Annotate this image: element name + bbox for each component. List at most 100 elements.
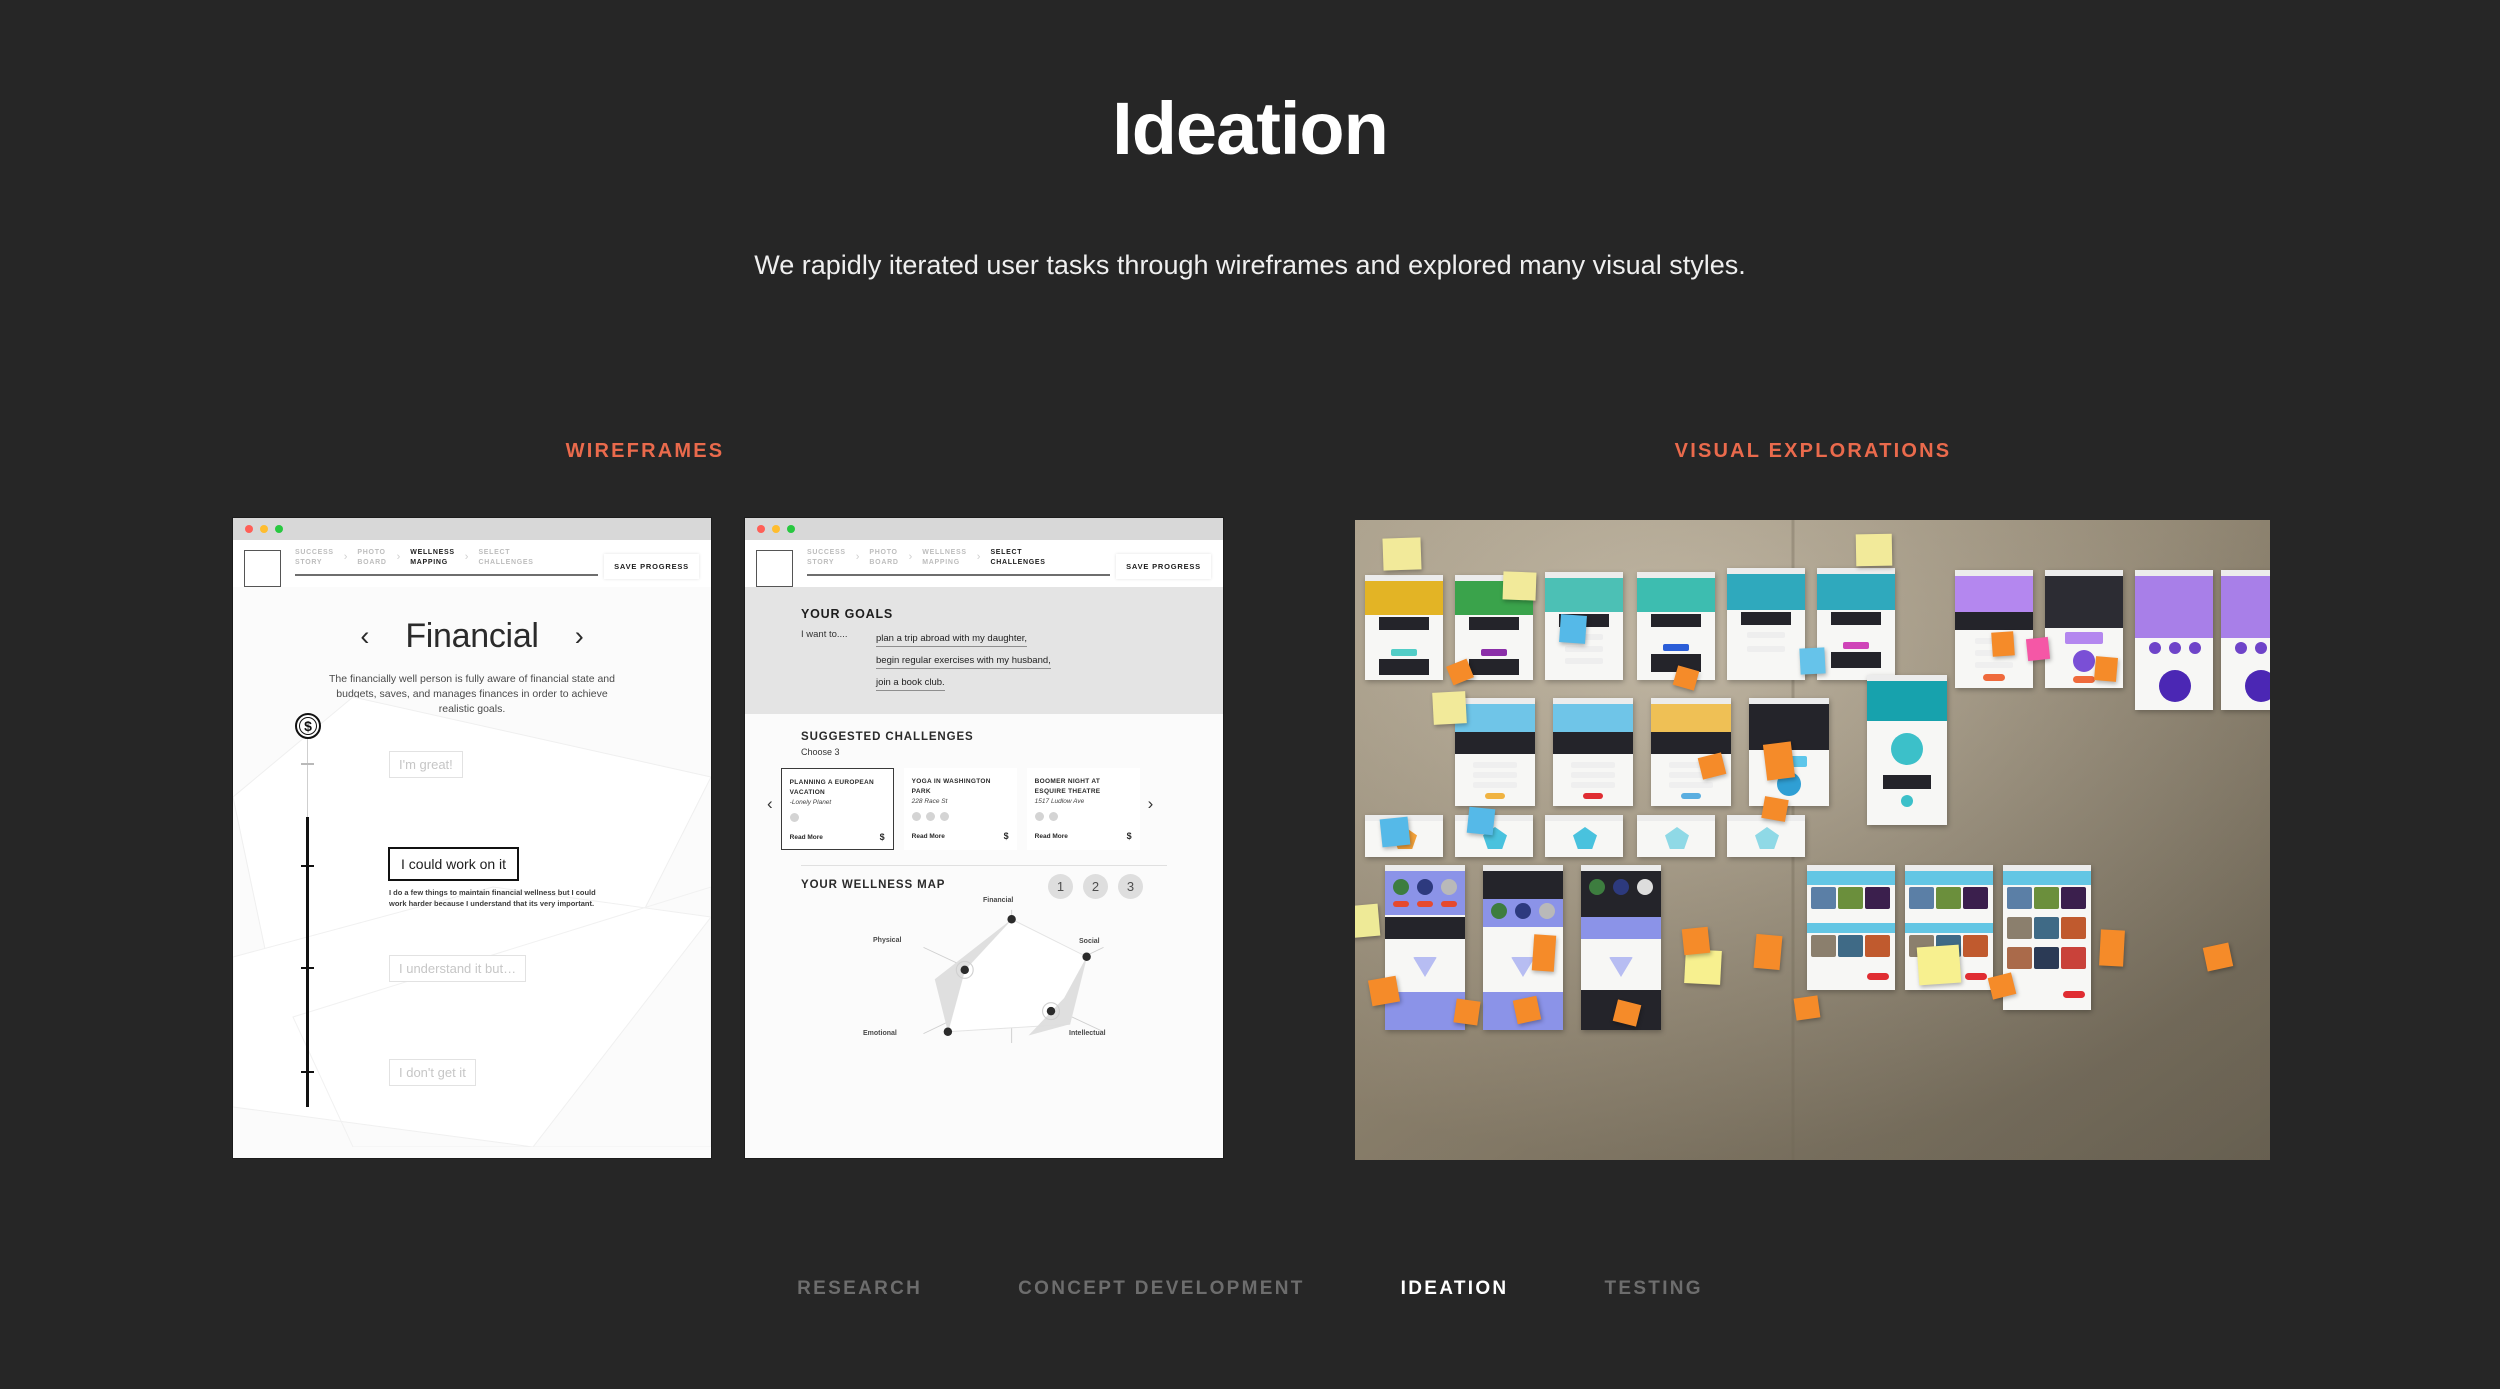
tab-testing[interactable]: TESTING bbox=[1556, 1278, 1750, 1300]
sticky-note-blue bbox=[1379, 816, 1411, 848]
goal-item[interactable]: plan a trip abroad with my daughter, bbox=[876, 631, 1028, 647]
step-select-challenges[interactable]: SELECT CHALLENGES bbox=[478, 548, 533, 567]
tab-ideation[interactable]: IDEATION bbox=[1353, 1278, 1557, 1300]
radar-label-emotional: Emotional bbox=[863, 1030, 897, 1037]
step-photo-board[interactable]: PHOTO BOARD bbox=[869, 548, 898, 567]
step-photo-board[interactable]: PHOTO BOARD bbox=[357, 548, 386, 567]
sticky-note-orange bbox=[1512, 995, 1542, 1025]
tab-concept-development[interactable]: CONCEPT DEVELOPMENT bbox=[970, 1278, 1353, 1300]
window-maximize-dot[interactable] bbox=[787, 525, 795, 533]
price-indicator: $ bbox=[1126, 831, 1132, 841]
option-i-dont-get-it[interactable]: I don't get it bbox=[389, 1059, 476, 1086]
wall-sheet bbox=[1637, 815, 1715, 857]
wireframe-panel-1: SUCCESS STORY › PHOTO BOARD › WELLNESS M… bbox=[233, 518, 711, 1158]
stepper-2: SUCCESS STORY › PHOTO BOARD › WELLNESS M… bbox=[807, 548, 1111, 582]
ideation-page: Ideation We rapidly iterated user tasks … bbox=[0, 0, 2500, 1389]
browser-titlebar bbox=[745, 518, 1223, 540]
option-i-understand-it-but[interactable]: I understand it but… bbox=[389, 955, 527, 982]
carousel-prev-arrow[interactable]: ‹ bbox=[767, 794, 773, 814]
sticky-note-orange bbox=[1453, 998, 1481, 1026]
category-description: The financially well person is fully awa… bbox=[329, 673, 615, 715]
challenge-pips bbox=[789, 813, 885, 822]
step-success-story[interactable]: SUCCESS STORY bbox=[295, 548, 334, 567]
sticky-note-yellow bbox=[1432, 691, 1467, 725]
sticky-note-orange bbox=[1762, 741, 1796, 781]
challenge-card[interactable]: PLANNING A EUROPEAN VACATION -Lonely Pla… bbox=[780, 768, 894, 850]
chevron-right-icon: › bbox=[855, 551, 860, 563]
challenge-title: BOOMER NIGHT AT ESQUIRE THEATRE bbox=[1034, 778, 1101, 795]
challenge-card[interactable]: YOGA IN WASHINGTON PARK 228 Race St Read… bbox=[903, 768, 1017, 850]
wall-sheet bbox=[1545, 815, 1623, 857]
sticky-note-orange bbox=[1761, 796, 1789, 822]
sticky-note-orange bbox=[1753, 933, 1783, 971]
window-close-dot[interactable] bbox=[245, 525, 253, 533]
chevron-right-icon: › bbox=[976, 551, 981, 563]
read-more-link[interactable]: Read More bbox=[912, 833, 945, 840]
step-select-challenges[interactable]: SELECT CHALLENGES bbox=[990, 548, 1045, 567]
wall-sheet-goal-setting bbox=[1455, 698, 1535, 806]
wellness-map-section: YOUR WELLNESS MAP Financial Social Intel… bbox=[745, 866, 1223, 1048]
scale-tick bbox=[301, 967, 314, 969]
wall-sheet bbox=[1365, 575, 1443, 680]
option-i-could-work-on-it[interactable]: I could work on it bbox=[388, 847, 520, 881]
window-close-dot[interactable] bbox=[757, 525, 765, 533]
tab-research[interactable]: RESEARCH bbox=[749, 1278, 970, 1300]
goals-list: plan a trip abroad with my daughter, beg… bbox=[876, 628, 1051, 694]
radar-label-intellectual: Intellectual bbox=[1069, 1030, 1106, 1037]
visual-explorations-photo bbox=[1355, 520, 2270, 1160]
challenge-pips bbox=[1034, 812, 1132, 821]
window-minimize-dot[interactable] bbox=[772, 525, 780, 533]
sticky-note-blue bbox=[1559, 614, 1587, 644]
challenge-card[interactable]: BOOMER NIGHT AT ESQUIRE THEATRE 1517 Lud… bbox=[1026, 768, 1140, 850]
read-more-link[interactable]: Read More bbox=[790, 834, 823, 841]
challenges-subheading: Choose 3 bbox=[801, 747, 840, 757]
step-wellness-mapping[interactable]: WELLNESS MAPPING bbox=[410, 548, 455, 567]
prev-category-arrow[interactable]: ‹ bbox=[360, 623, 369, 650]
window-minimize-dot[interactable] bbox=[260, 525, 268, 533]
logo-placeholder[interactable] bbox=[244, 550, 281, 587]
browser-titlebar bbox=[233, 518, 711, 540]
carousel-next-arrow[interactable]: › bbox=[1148, 794, 1154, 814]
suggested-challenges-section: SUGGESTED CHALLENGES Choose 3 1 2 3 ‹ PL… bbox=[745, 714, 1223, 899]
step-success-story[interactable]: SUCCESS STORY bbox=[807, 548, 846, 567]
scale-tick bbox=[301, 865, 314, 867]
save-progress-button[interactable]: SAVE PROGRESS bbox=[1116, 554, 1211, 579]
scale-line-lower bbox=[306, 817, 309, 1107]
sticky-note-yellow bbox=[1502, 571, 1537, 601]
section-label-visual-explorations: VISUAL EXPLORATIONS bbox=[1674, 440, 1952, 462]
logo-placeholder[interactable] bbox=[756, 550, 793, 587]
wall-sheet-emma bbox=[1955, 570, 2033, 688]
chevron-right-icon: › bbox=[343, 551, 348, 563]
stepper-1: SUCCESS STORY › PHOTO BOARD › WELLNESS M… bbox=[295, 548, 599, 582]
page-title: Ideation bbox=[1112, 87, 1389, 170]
stepper-underline bbox=[295, 574, 599, 576]
sticky-note-orange bbox=[1531, 934, 1557, 972]
wireframe2-nav: SUCCESS STORY › PHOTO BOARD › WELLNESS M… bbox=[745, 540, 1223, 587]
sticky-note-yellow bbox=[1355, 903, 1381, 939]
wall-sheet bbox=[1727, 568, 1805, 680]
sticky-note-orange bbox=[1681, 926, 1711, 956]
price-indicator: $ bbox=[1003, 831, 1009, 841]
next-category-arrow[interactable]: › bbox=[575, 623, 584, 650]
chevron-right-icon: › bbox=[464, 551, 469, 563]
sticky-note-blue bbox=[1799, 647, 1826, 675]
option-im-great[interactable]: I'm great! bbox=[389, 751, 463, 778]
goal-item[interactable]: join a book club. bbox=[876, 675, 945, 691]
save-progress-button[interactable]: SAVE PROGRESS bbox=[604, 554, 699, 579]
sticky-note-orange bbox=[2093, 656, 2119, 682]
wall-sheet-balanced-wellness bbox=[2135, 570, 2213, 710]
section-label-wireframes: WIREFRAMES bbox=[565, 440, 725, 462]
wall-sheet bbox=[1637, 572, 1715, 680]
sticky-note-yellow bbox=[1916, 944, 1962, 986]
radar-chart: Financial Social Intellectual Emotional … bbox=[801, 893, 1223, 1048]
challenges-heading: SUGGESTED CHALLENGES bbox=[801, 731, 974, 743]
step-wellness-mapping[interactable]: WELLNESS MAPPING bbox=[922, 548, 967, 567]
sticky-note-pink bbox=[2025, 636, 2051, 662]
goals-lead-text: I want to.... bbox=[801, 629, 848, 640]
read-more-link[interactable]: Read More bbox=[1035, 833, 1068, 840]
sticky-note-yellow bbox=[1855, 533, 1893, 567]
challenge-title: YOGA IN WASHINGTON PARK bbox=[911, 778, 991, 795]
goal-item[interactable]: begin regular exercises with my husband, bbox=[876, 653, 1051, 669]
challenge-subtitle: 228 Race St bbox=[911, 798, 948, 805]
window-maximize-dot[interactable] bbox=[275, 525, 283, 533]
